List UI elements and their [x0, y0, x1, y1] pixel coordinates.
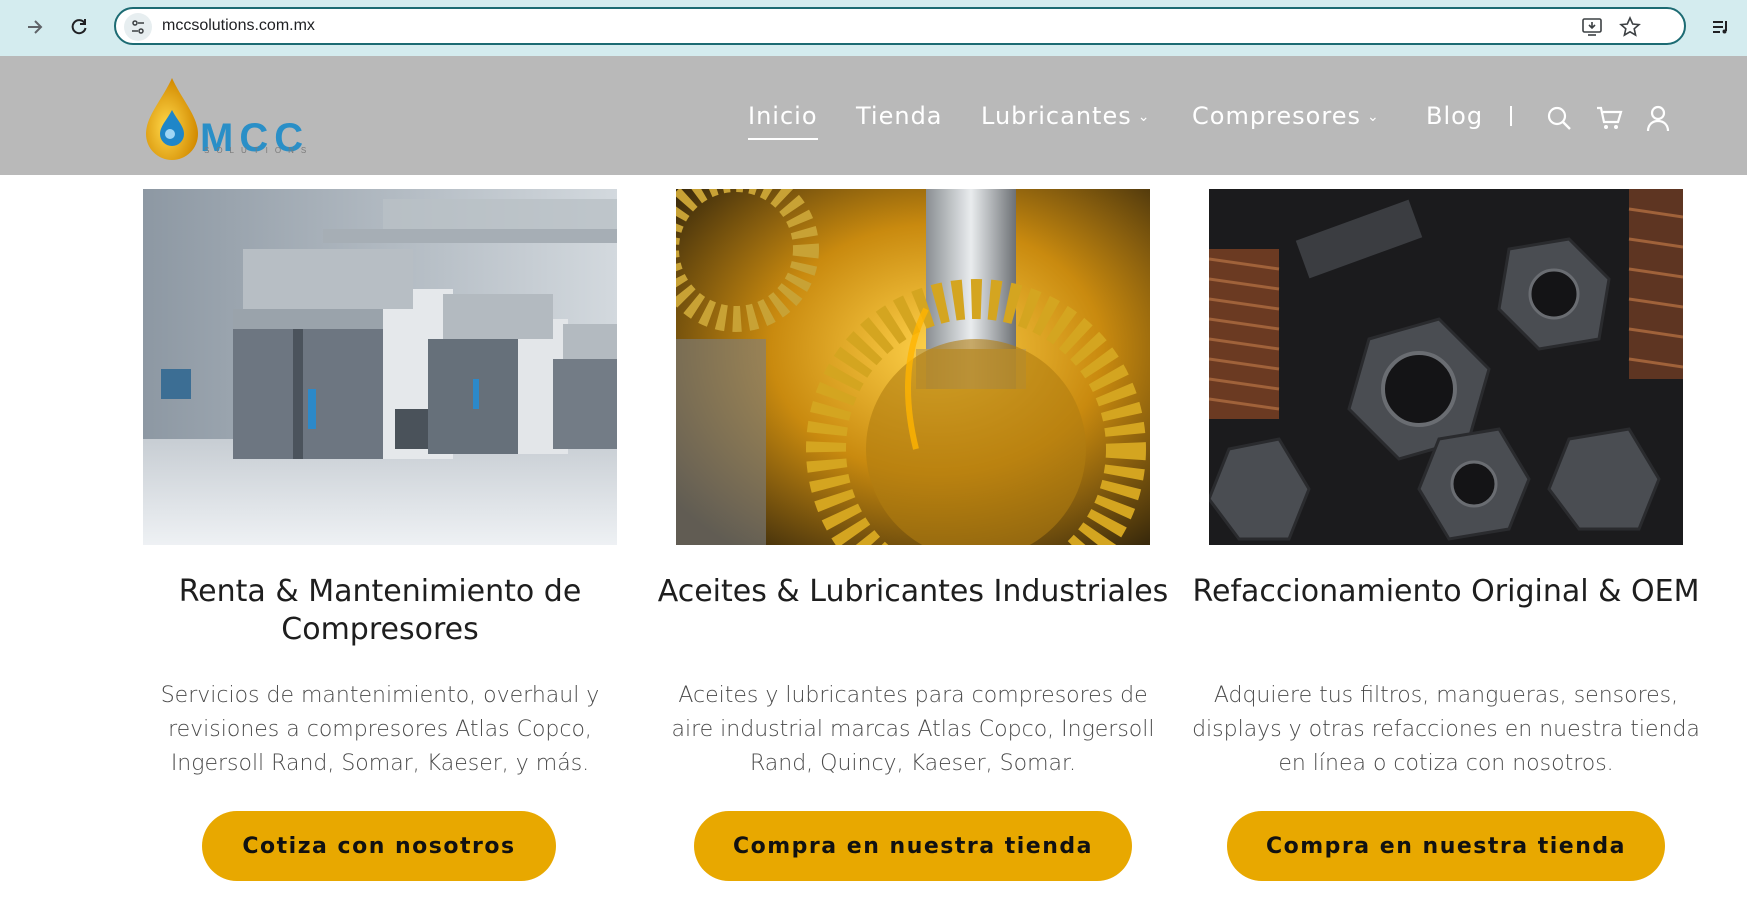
cart-icon[interactable]: [1595, 104, 1623, 132]
logo-subtext: SOLUTIONS: [204, 146, 314, 155]
nav-divider: [1510, 106, 1512, 126]
nav-item-label: Compresores: [1192, 102, 1361, 130]
chevron-down-icon: ⌄: [1366, 109, 1380, 125]
nav-item-compresores[interactable]: Compresores ⌄: [1192, 102, 1380, 130]
reload-button[interactable]: [62, 10, 96, 44]
search-icon[interactable]: [1545, 104, 1573, 132]
card-description: Servicios de mantenimiento, overhaul y r…: [160, 683, 600, 776]
card-title: Renta & Mantenimiento de Compresores: [178, 574, 582, 647]
nav-item-blog[interactable]: Blog: [1426, 102, 1483, 130]
card-description: Adquiere tus filtros, mangueras, sensore…: [1192, 683, 1700, 776]
install-app-icon[interactable]: [1580, 15, 1604, 39]
chevron-down-icon: ⌄: [1137, 109, 1151, 125]
nuts-bolts-image: [1209, 189, 1683, 545]
reload-icon: [71, 19, 87, 35]
nav-item-inicio[interactable]: Inicio: [748, 102, 818, 140]
service-card-aceites: Aceites & Lubricantes Industriales Aceit…: [658, 189, 1168, 881]
nav-item-lubricantes[interactable]: Lubricantes ⌄: [981, 102, 1150, 130]
user-icon[interactable]: [1644, 104, 1672, 132]
card-description: Aceites y lubricantes para compresores d…: [671, 683, 1155, 776]
forward-button[interactable]: [18, 10, 52, 44]
url-text[interactable]: mccsolutions.com.mx: [162, 17, 315, 35]
nav-item-tienda[interactable]: Tienda: [856, 102, 943, 130]
service-card-refacciones: Refaccionamiento Original & OEM Adquiere…: [1192, 189, 1700, 881]
service-card-renta: Renta & Mantenimiento de Compresores Ser…: [143, 189, 617, 881]
card-title: Aceites & Lubricantes Industriales: [657, 574, 1169, 609]
quote-button[interactable]: Cotiza con nosotros: [202, 811, 556, 881]
card-title: Refaccionamiento Original & OEM: [1192, 574, 1700, 609]
shop-button[interactable]: Compra en nuestra tienda: [1227, 811, 1665, 881]
address-bar[interactable]: mccsolutions.com.mx: [114, 7, 1686, 45]
nav-item-label: Lubricantes: [981, 102, 1132, 130]
arrow-right-icon: [28, 20, 43, 34]
media-queue-icon[interactable]: [1704, 10, 1738, 44]
oiled-gears-image: [676, 189, 1150, 545]
browser-toolbar: mccsolutions.com.mx: [0, 0, 1747, 56]
star-icon[interactable]: [1618, 15, 1642, 39]
compressor-room-image: [143, 189, 617, 545]
site-info-icon[interactable]: [124, 13, 152, 41]
shop-button[interactable]: Compra en nuestra tienda: [694, 811, 1132, 881]
